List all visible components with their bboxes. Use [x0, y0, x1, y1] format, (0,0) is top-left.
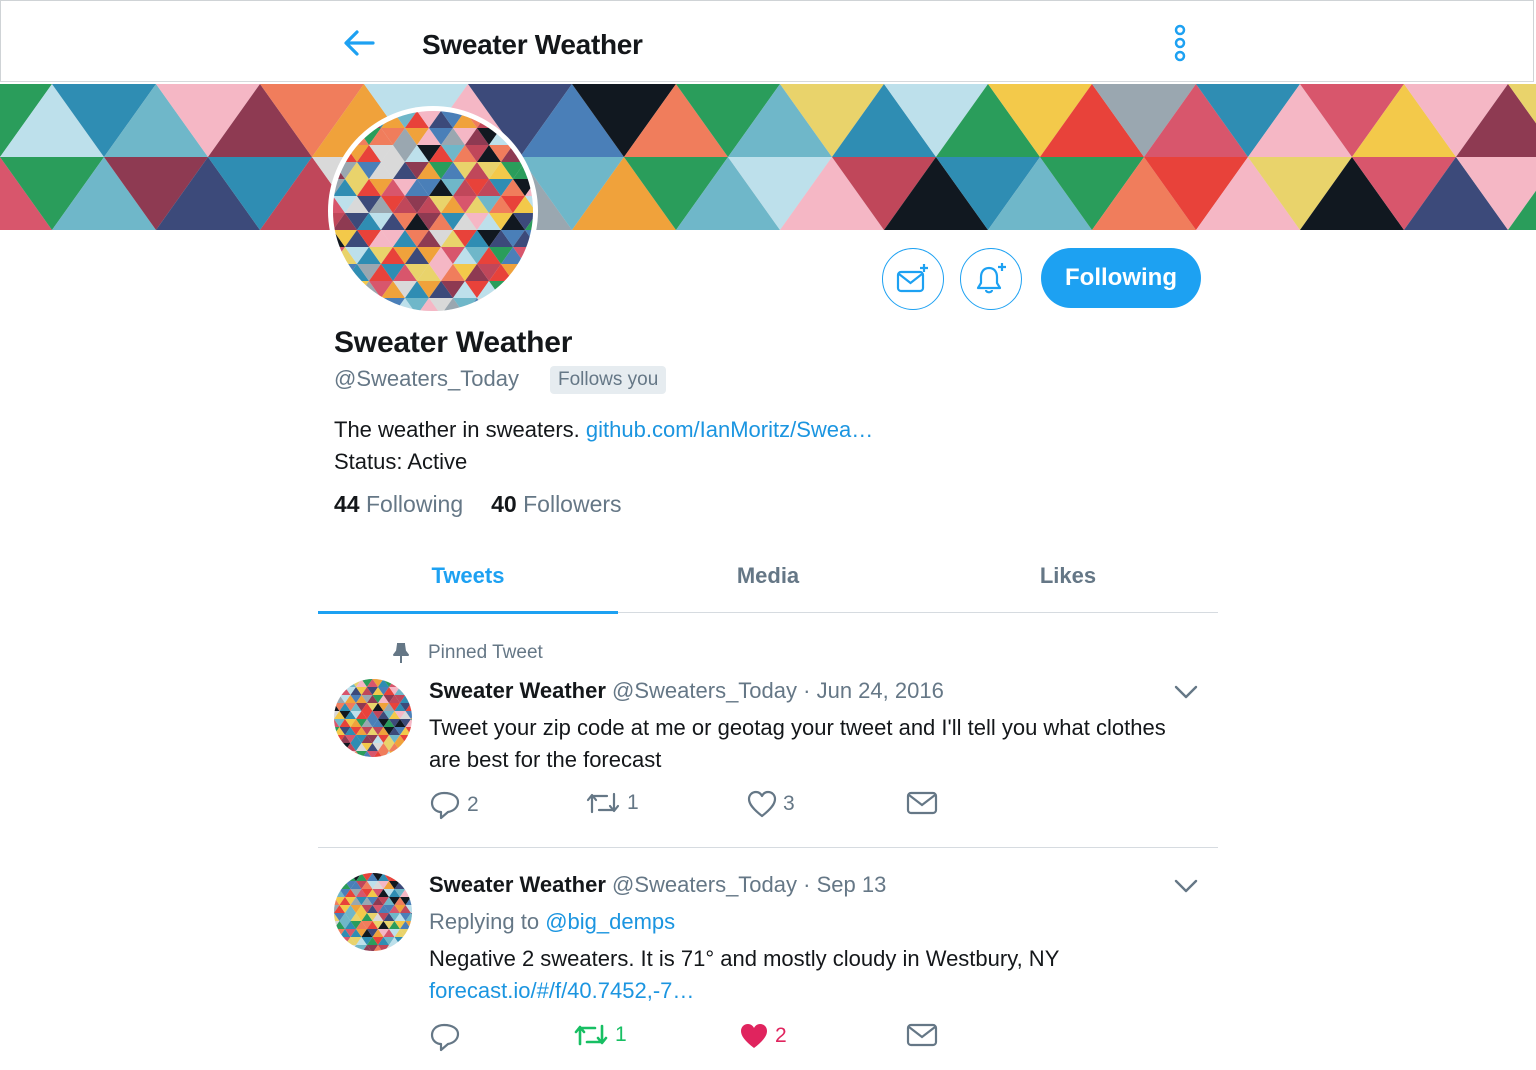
followers-count: 40 [491, 491, 517, 517]
avatar-triangle-pattern [334, 679, 412, 757]
tweet-author-handle[interactable]: @Sweaters_Today [612, 872, 797, 897]
follows-you-badge: Follows you [550, 366, 667, 394]
tweet-body: Negative 2 sweaters. It is 71° and mostl… [429, 946, 1060, 971]
tweet-separator: · [803, 678, 811, 703]
like-button[interactable]: 2 [739, 1022, 787, 1050]
reply-icon [430, 791, 460, 820]
tweet-link[interactable]: forecast.io/#/f/40.7452,-7… [429, 975, 1169, 1007]
tab-likes[interactable]: Likes [918, 540, 1218, 612]
reply-count: 2 [467, 793, 479, 816]
bio-text: The weather in sweaters. [334, 417, 580, 442]
arrow-left-icon [344, 30, 375, 56]
top-bar: Sweater Weather [0, 0, 1534, 82]
retweet-count: 1 [627, 791, 639, 814]
following-label: Following [365, 491, 464, 517]
avatar-triangle-pattern [333, 111, 533, 311]
notifications-button[interactable] [960, 248, 1022, 310]
bell-plus-icon [976, 263, 1006, 294]
envelope-icon [906, 791, 938, 815]
tweet-author-name[interactable]: Sweater Weather [429, 678, 606, 703]
tweet-item[interactable]: Sweater Weather @Sweaters_Today · Jun 24… [318, 676, 1218, 846]
like-button[interactable]: 3 [747, 790, 795, 818]
retweet-button[interactable]: 1 [573, 1022, 627, 1048]
vertical-dots-icon [1174, 24, 1186, 62]
like-count: 2 [775, 1024, 787, 1047]
tweet-date[interactable]: Jun 24, 2016 [817, 678, 944, 703]
retweet-count: 1 [615, 1023, 627, 1046]
tweet-avatar[interactable] [334, 679, 412, 757]
tweet-item[interactable]: Sweater Weather @Sweaters_Today · Sep 13… [318, 870, 1218, 1070]
chevron-down-icon[interactable] [1173, 878, 1199, 894]
tweet-avatar[interactable] [334, 873, 412, 951]
share-button[interactable] [906, 790, 944, 816]
replying-to-link[interactable]: @big_demps [545, 909, 675, 934]
tweet-actions: 1 2 [429, 1022, 949, 1056]
heart-outline-icon [747, 790, 777, 818]
reply-button[interactable] [429, 1022, 467, 1052]
replying-prefix: Replying to [429, 909, 540, 934]
tweet-text: Negative 2 sweaters. It is 71° and mostl… [429, 943, 1169, 1007]
retweet-icon [586, 792, 620, 814]
heart-filled-icon [741, 1024, 767, 1048]
tweet-separator: · [803, 872, 811, 897]
pinned-label: Pinned Tweet [428, 642, 543, 663]
bio-status: Status: Active [334, 449, 468, 474]
tweet-header: Sweater Weather @Sweaters_Today · Jun 24… [429, 678, 944, 704]
followers-label: Followers [523, 491, 622, 517]
share-button[interactable] [906, 1022, 944, 1048]
envelope-icon [906, 1023, 938, 1047]
chevron-down-icon[interactable] [1173, 684, 1199, 700]
page-title: Sweater Weather [422, 29, 643, 60]
envelope-plus-icon [896, 264, 928, 293]
pin-icon [393, 643, 409, 663]
message-button[interactable] [882, 248, 944, 310]
retweet-icon [574, 1024, 608, 1046]
following-button[interactable]: Following [1041, 248, 1201, 308]
tweet-actions: 2 1 3 [429, 790, 949, 824]
replying-to-line: Replying to @big_demps [429, 909, 675, 935]
avatar-triangle-pattern [334, 873, 412, 951]
more-options-button[interactable] [1167, 23, 1193, 65]
back-button[interactable] [341, 27, 377, 59]
tweet-text: Tweet your zip code at me or geotag your… [429, 715, 1166, 772]
tweet-author-name[interactable]: Sweater Weather [429, 872, 606, 897]
tab-media[interactable]: Media [618, 540, 918, 612]
reply-button[interactable]: 2 [429, 790, 479, 820]
reply-icon [430, 1023, 460, 1052]
tweet-divider [318, 847, 1218, 848]
profile-avatar[interactable] [328, 106, 538, 316]
like-count: 3 [783, 792, 795, 815]
following-stat[interactable]: 44 Following [334, 491, 463, 517]
bio-link[interactable]: github.com/IanMoritz/Swea… [586, 417, 873, 442]
triangle-pattern-banner [0, 84, 1536, 230]
profile-bio: The weather in sweaters. github.com/IanM… [334, 414, 873, 478]
tweet-author-handle[interactable]: @Sweaters_Today [612, 678, 797, 703]
followers-stat[interactable]: 40 Followers [491, 491, 621, 517]
profile-tabs: Tweets Media Likes [318, 540, 1218, 614]
profile-stats: 44 Following 40 Followers [334, 491, 622, 518]
profile-handle: @Sweaters_Today [334, 366, 519, 391]
tab-tweets[interactable]: Tweets [318, 540, 618, 614]
profile-banner [0, 84, 1536, 230]
pinned-indicator: Pinned Tweet [392, 642, 543, 664]
profile-name: Sweater Weather [334, 326, 573, 359]
tweet-header: Sweater Weather @Sweaters_Today · Sep 13 [429, 872, 886, 898]
following-count: 44 [334, 491, 360, 517]
tweet-date[interactable]: Sep 13 [817, 872, 887, 897]
retweet-button[interactable]: 1 [585, 790, 639, 816]
